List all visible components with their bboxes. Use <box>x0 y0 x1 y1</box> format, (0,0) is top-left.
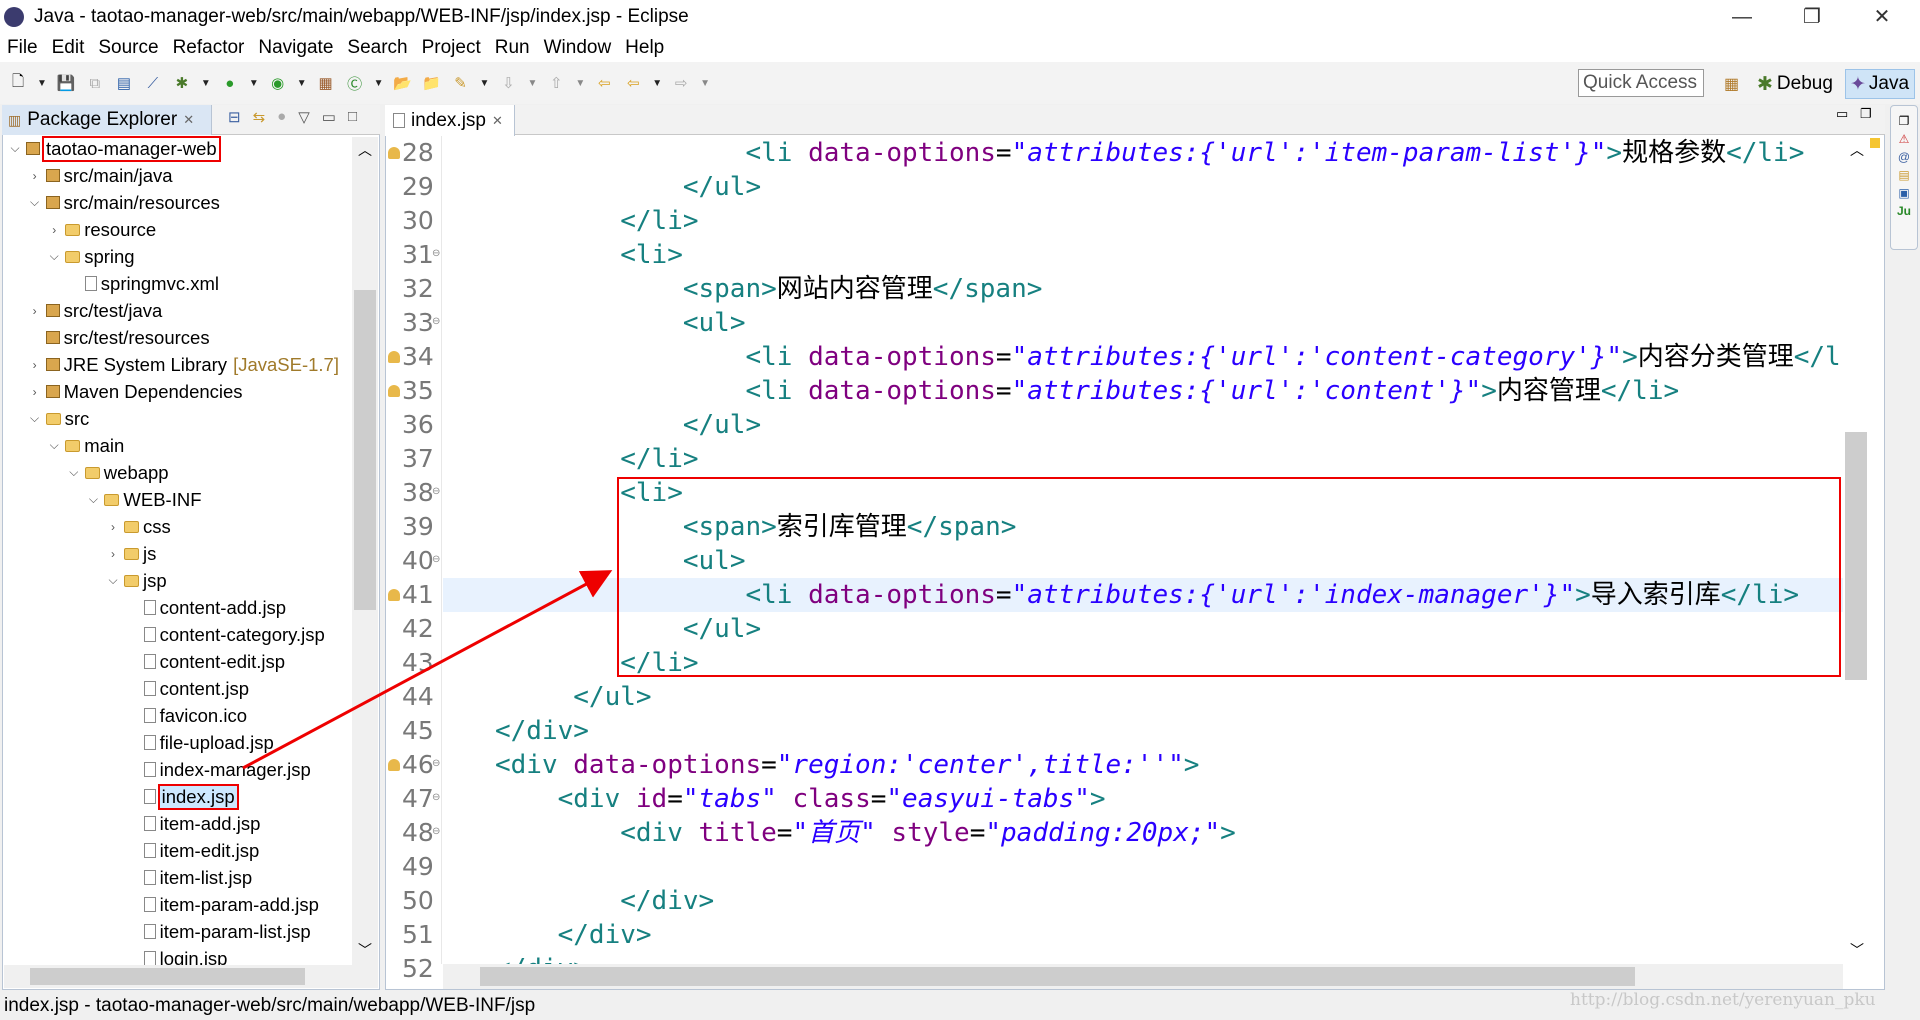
watermark: http://blog.csdn.net/yerenyuan_pku <box>1570 990 1876 1010</box>
annotation-arrow <box>242 570 613 770</box>
